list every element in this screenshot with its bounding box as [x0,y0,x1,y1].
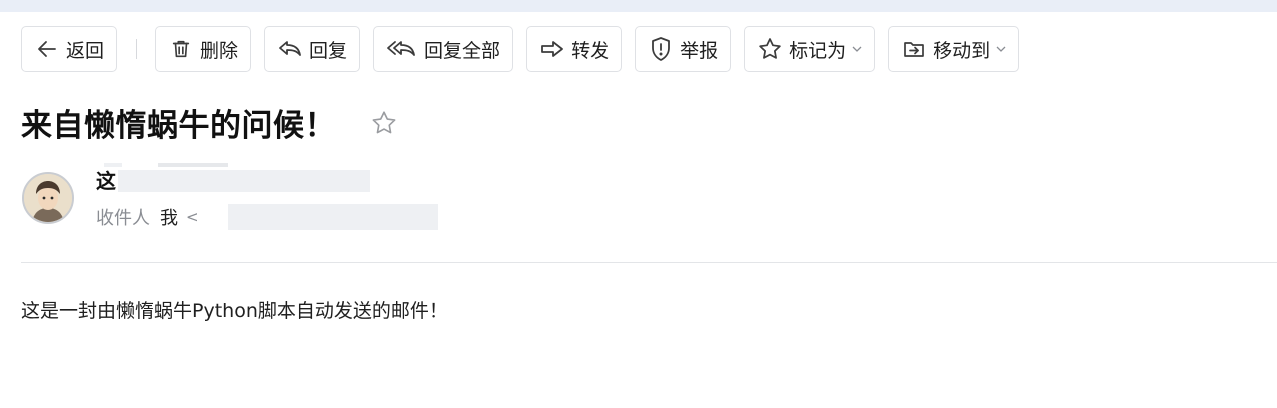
reply-button-label: 回复 [309,39,348,62]
star-outline-icon [757,36,783,62]
delete-button-label: 删除 [200,39,239,62]
sender-name: 这 [96,168,116,193]
trash-icon [168,36,194,62]
star-toggle-button[interactable] [370,109,398,137]
report-button[interactable]: 举报 [635,26,732,72]
avatar-image [24,174,72,222]
reply-button[interactable]: 回复 [264,26,361,72]
recipient-label: 收件人 [96,208,150,229]
header-divider [21,262,1277,263]
subject-row: 来自懒惰蜗牛的问候！ [21,100,398,145]
browser-top-strip [0,0,1277,12]
report-button-label: 举报 [680,39,719,62]
redacted-sender-address [118,170,370,192]
reply-all-button[interactable]: 回复全部 [373,26,514,72]
chevron-down-icon [852,44,862,54]
redacted-sender-name [158,163,228,167]
recipient-row: 收件人 我 < [96,204,199,230]
shield-alert-icon [648,36,674,62]
folder-move-icon [901,36,927,62]
arrow-left-icon [34,36,60,62]
forward-button-label: 转发 [571,39,610,62]
recipient-address-open: < [186,208,199,226]
reply-icon [277,36,303,62]
move-to-dropdown[interactable]: 移动到 [888,26,1020,72]
star-icon [372,110,396,133]
toolbar-separator [136,39,138,59]
delete-button[interactable]: 删除 [155,26,252,72]
chevron-down-icon [996,44,1006,54]
forward-icon [539,36,565,62]
back-button-label: 返回 [66,39,105,62]
back-button[interactable]: 返回 [21,26,118,72]
mark-as-dropdown[interactable]: 标记为 [744,26,876,72]
reply-all-icon [386,36,418,62]
redacted-recipient-address [228,204,438,230]
redacted-sender-name [104,163,122,167]
sender-avatar[interactable] [22,172,74,224]
mark-as-label: 标记为 [789,39,847,62]
recipient-name[interactable]: 我 [160,204,178,230]
sender-row[interactable]: 这 [96,166,116,193]
mail-toolbar: 返回 删除 回复 回复全部 转发 举报 标记为 移动到 [21,26,1032,72]
email-subject: 来自懒惰蜗牛的问候！ [21,108,336,144]
forward-button[interactable]: 转发 [526,26,623,72]
reply-all-button-label: 回复全部 [424,39,501,62]
move-to-label: 移动到 [933,39,991,62]
email-body: 这是一封由懒惰蜗牛Python脚本自动发送的邮件！ [21,300,448,322]
